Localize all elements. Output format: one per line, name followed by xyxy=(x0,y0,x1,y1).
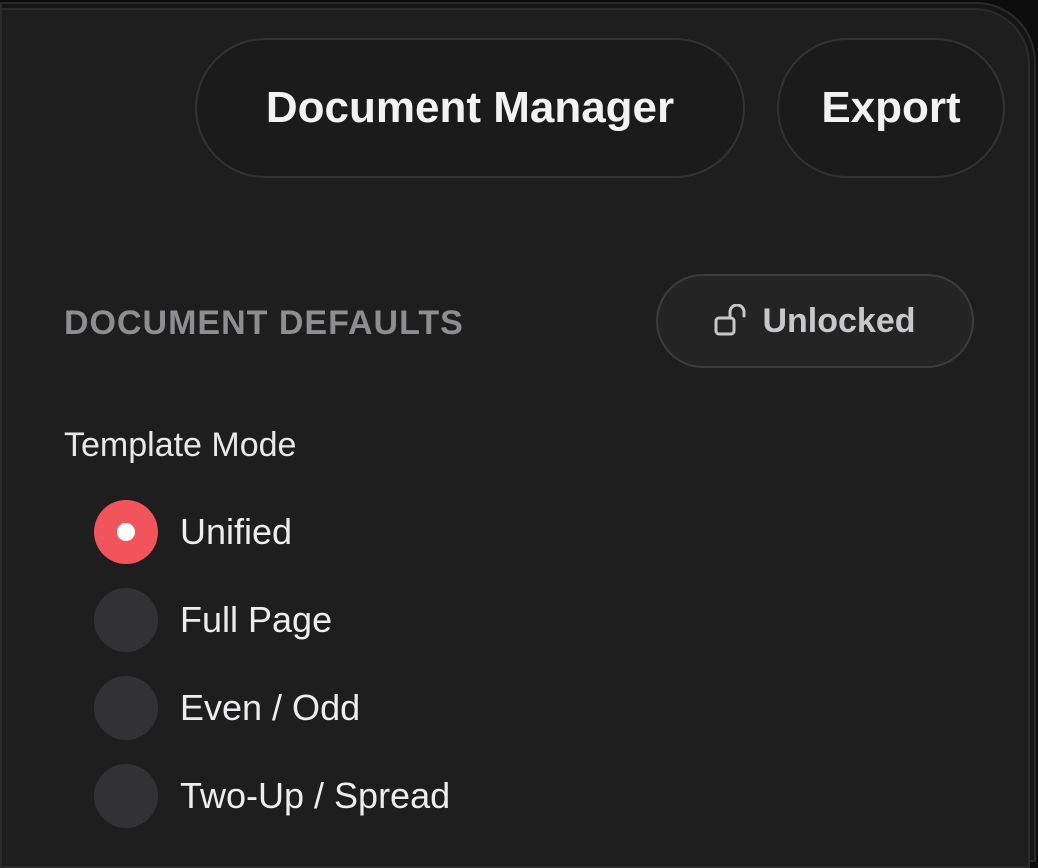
radio-button-selected[interactable] xyxy=(94,500,158,564)
radio-option-two-up-spread[interactable]: Two-Up / Spread xyxy=(94,752,450,840)
radio-label: Two-Up / Spread xyxy=(180,775,451,816)
section-title-document-defaults: DOCUMENT DEFAULTS xyxy=(64,304,464,342)
radio-option-unified[interactable]: Unified xyxy=(94,488,450,576)
panel-window: Document Manager Export DOCUMENT DEFAULT… xyxy=(0,8,1030,868)
document-manager-button[interactable]: Document Manager xyxy=(195,38,745,178)
unlocked-toggle-button[interactable]: Unlocked xyxy=(656,274,974,368)
radio-label: Unified xyxy=(180,511,293,552)
radio-option-full-page[interactable]: Full Page xyxy=(94,576,450,664)
radio-label: Even / Odd xyxy=(180,687,361,728)
radio-dot xyxy=(117,523,135,541)
radio-option-even-odd[interactable]: Even / Odd xyxy=(94,664,450,752)
radio-button[interactable] xyxy=(94,764,158,828)
unlocked-label: Unlocked xyxy=(762,301,916,340)
template-mode-label: Template Mode xyxy=(64,426,297,464)
export-button[interactable]: Export xyxy=(777,38,1005,178)
radio-button[interactable] xyxy=(94,588,158,652)
unlock-icon xyxy=(714,304,748,338)
template-mode-radio-group: Unified Full Page Even / Odd Two-Up / Sp… xyxy=(94,488,450,840)
radio-label: Full Page xyxy=(180,599,333,640)
radio-button[interactable] xyxy=(94,676,158,740)
